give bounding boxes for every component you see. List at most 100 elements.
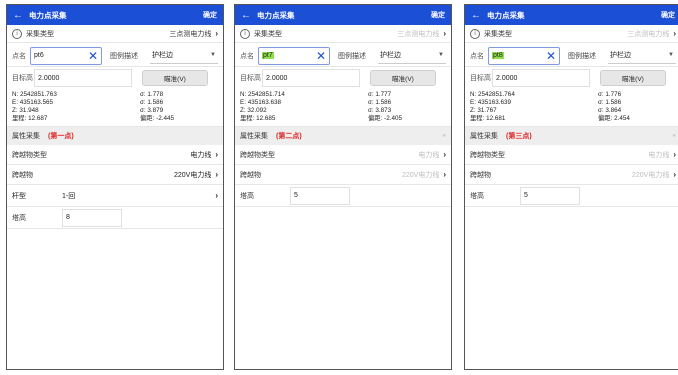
attribute-index: (第二点) xyxy=(276,133,302,140)
coord-z: Z: 31.948 xyxy=(12,107,39,114)
info-circle-icon: i xyxy=(12,28,22,39)
coord-e: E: 435163.638 xyxy=(240,99,281,106)
cross-type-value: 电力线 xyxy=(418,151,440,159)
coordinate-panel: N: 2542851.764 σ: 1.776 E: 435163.639 σ: 1… xyxy=(465,89,678,127)
sigma-e: σ: 1.586 xyxy=(368,99,392,106)
mileage: 里程: 12.687 xyxy=(12,115,48,122)
tower-height-label: 塔高 xyxy=(240,192,254,200)
point-label: 点名 xyxy=(12,52,26,60)
point-row: 点名 pt8 ✕ 图例描述 护栏边 ▼ xyxy=(465,43,678,67)
point-name-input[interactable]: pt8 ✕ xyxy=(488,46,560,65)
collect-type-label: 采集类型 xyxy=(254,30,282,38)
legend-label: 图例描述 xyxy=(568,52,596,60)
chevron-right-icon: › xyxy=(673,170,676,179)
point-name-input[interactable]: pt7 ✕ xyxy=(258,46,330,65)
top-bar: ← 电力点采集 确定 xyxy=(465,5,678,25)
coord-n: N: 2542851.764 xyxy=(470,91,515,98)
attribute-title: 属性采集 xyxy=(12,133,40,140)
chevron-right-icon: › xyxy=(443,170,446,179)
tower-height-row: 塔高 8 xyxy=(7,207,223,229)
back-arrow-icon[interactable]: ← xyxy=(13,10,25,21)
collect-type-row[interactable]: i 采集类型 三点测电力线 › xyxy=(465,25,678,43)
clear-x-icon[interactable]: ✕ xyxy=(88,50,98,62)
attribute-section-header: 属性采集 (第一点) xyxy=(7,127,223,145)
cross-value: 220V电力线 xyxy=(631,171,670,179)
chevron-right-icon: › xyxy=(215,170,218,179)
coord-z: Z: 32.092 xyxy=(240,107,267,114)
collect-type-row[interactable]: i 采集类型 三点测电力线 › xyxy=(7,25,223,43)
legend-select[interactable]: 护栏边 ▼ xyxy=(378,48,446,64)
sigma-h: σ: 1.777 xyxy=(368,91,392,98)
confirm-button[interactable]: 确定 xyxy=(431,10,445,20)
point-label: 点名 xyxy=(470,52,484,60)
page-title: 电力点采集 xyxy=(29,10,67,20)
page-title: 电力点采集 xyxy=(257,10,295,20)
aim-button[interactable]: 瞄准(V) xyxy=(370,70,436,86)
tower-height-input[interactable]: 5 xyxy=(290,186,350,205)
cross-type-value: 电力线 xyxy=(648,151,670,159)
collect-type-label: 采集类型 xyxy=(26,30,54,38)
target-height-row: 目标高 2.0000 瞄准(V) xyxy=(235,67,451,89)
section-indicator-icon: ● xyxy=(442,133,446,139)
target-height-input[interactable]: 2.0000 xyxy=(492,69,590,87)
aim-button[interactable]: 瞄准(V) xyxy=(142,70,208,86)
cross-type-row[interactable]: 跨越物类型 电力线 › xyxy=(7,145,223,165)
tower-height-input[interactable]: 5 xyxy=(520,186,580,205)
cross-type-row[interactable]: 跨越物类型 电力线 › xyxy=(465,145,678,165)
cross-label: 跨越物 xyxy=(240,171,261,179)
confirm-button[interactable]: 确定 xyxy=(661,10,675,20)
coord-z: Z: 31.767 xyxy=(470,107,497,114)
cross-type-value: 电力线 xyxy=(190,151,212,159)
confirm-button[interactable]: 确定 xyxy=(203,10,217,20)
attribute-title: 属性采集 xyxy=(470,133,498,140)
back-arrow-icon[interactable]: ← xyxy=(471,10,483,21)
collect-type-row[interactable]: i 采集类型 三点测电力线 › xyxy=(235,25,451,43)
point-row: 点名 pt7 ✕ 图例描述 护栏边 ▼ xyxy=(235,43,451,67)
screen-1: ← 电力点采集 确定 i 采集类型 三点测电力线 › 点名 pt6 ✕ 图例描述… xyxy=(6,4,224,370)
cross-type-label: 跨越物类型 xyxy=(12,151,47,159)
point-name-input[interactable]: pt6 ✕ xyxy=(30,46,102,65)
pole-type-value: 1-回 xyxy=(62,192,76,200)
point-label: 点名 xyxy=(240,52,254,60)
sigma-e: σ: 1.586 xyxy=(140,99,164,106)
clear-x-icon[interactable]: ✕ xyxy=(546,50,556,62)
chevron-right-icon: › xyxy=(443,150,446,159)
cross-label: 跨越物 xyxy=(470,171,491,179)
coord-e: E: 435163.639 xyxy=(470,99,511,106)
info-circle-icon: i xyxy=(470,28,480,39)
coord-n: N: 2542851.714 xyxy=(240,91,285,98)
chevron-right-icon: › xyxy=(443,29,446,38)
attribute-section-header: 属性采集 (第二点) ● xyxy=(235,127,451,145)
page-title: 电力点采集 xyxy=(487,10,525,20)
legend-select[interactable]: 护栏边 ▼ xyxy=(150,48,218,64)
chevron-right-icon: › xyxy=(215,29,218,38)
attribute-index: (第三点) xyxy=(506,133,532,140)
cross-row[interactable]: 跨越物 220V电力线 › xyxy=(7,165,223,185)
aim-button[interactable]: 瞄准(V) xyxy=(600,70,666,86)
cross-row[interactable]: 跨越物 220V电力线 › xyxy=(465,165,678,185)
collect-type-value: 三点测电力线 xyxy=(627,30,670,38)
offset: 偏距: -2.445 xyxy=(140,115,174,122)
cross-type-label: 跨越物类型 xyxy=(240,151,275,159)
cross-row[interactable]: 跨越物 220V电力线 › xyxy=(235,165,451,185)
cross-value: 220V电力线 xyxy=(173,171,212,179)
tower-height-label: 塔高 xyxy=(470,192,484,200)
mileage: 里程: 12.685 xyxy=(240,115,276,122)
clear-x-icon[interactable]: ✕ xyxy=(316,50,326,62)
sigma-h: σ: 1.778 xyxy=(140,91,164,98)
back-arrow-icon[interactable]: ← xyxy=(241,10,253,21)
legend-label: 图例描述 xyxy=(338,52,366,60)
target-height-input[interactable]: 2.0000 xyxy=(262,69,360,87)
coord-e: E: 435163.565 xyxy=(12,99,53,106)
cross-type-row[interactable]: 跨越物类型 电力线 › xyxy=(235,145,451,165)
legend-value: 护栏边 xyxy=(610,52,631,59)
legend-select[interactable]: 护栏边 ▼ xyxy=(608,48,676,64)
target-height-input[interactable]: 2.0000 xyxy=(34,69,132,87)
tower-height-input[interactable]: 8 xyxy=(62,208,122,227)
attribute-section-header: 属性采集 (第三点) ● xyxy=(465,127,678,145)
offset: 偏距: 2.454 xyxy=(598,115,630,122)
coord-n: N: 2542851.763 xyxy=(12,91,57,98)
tower-height-label: 塔高 xyxy=(12,214,26,222)
pole-type-row[interactable]: 杆型 1-回 › xyxy=(7,185,223,207)
sigma-z: σ: 3.879 xyxy=(140,107,164,114)
